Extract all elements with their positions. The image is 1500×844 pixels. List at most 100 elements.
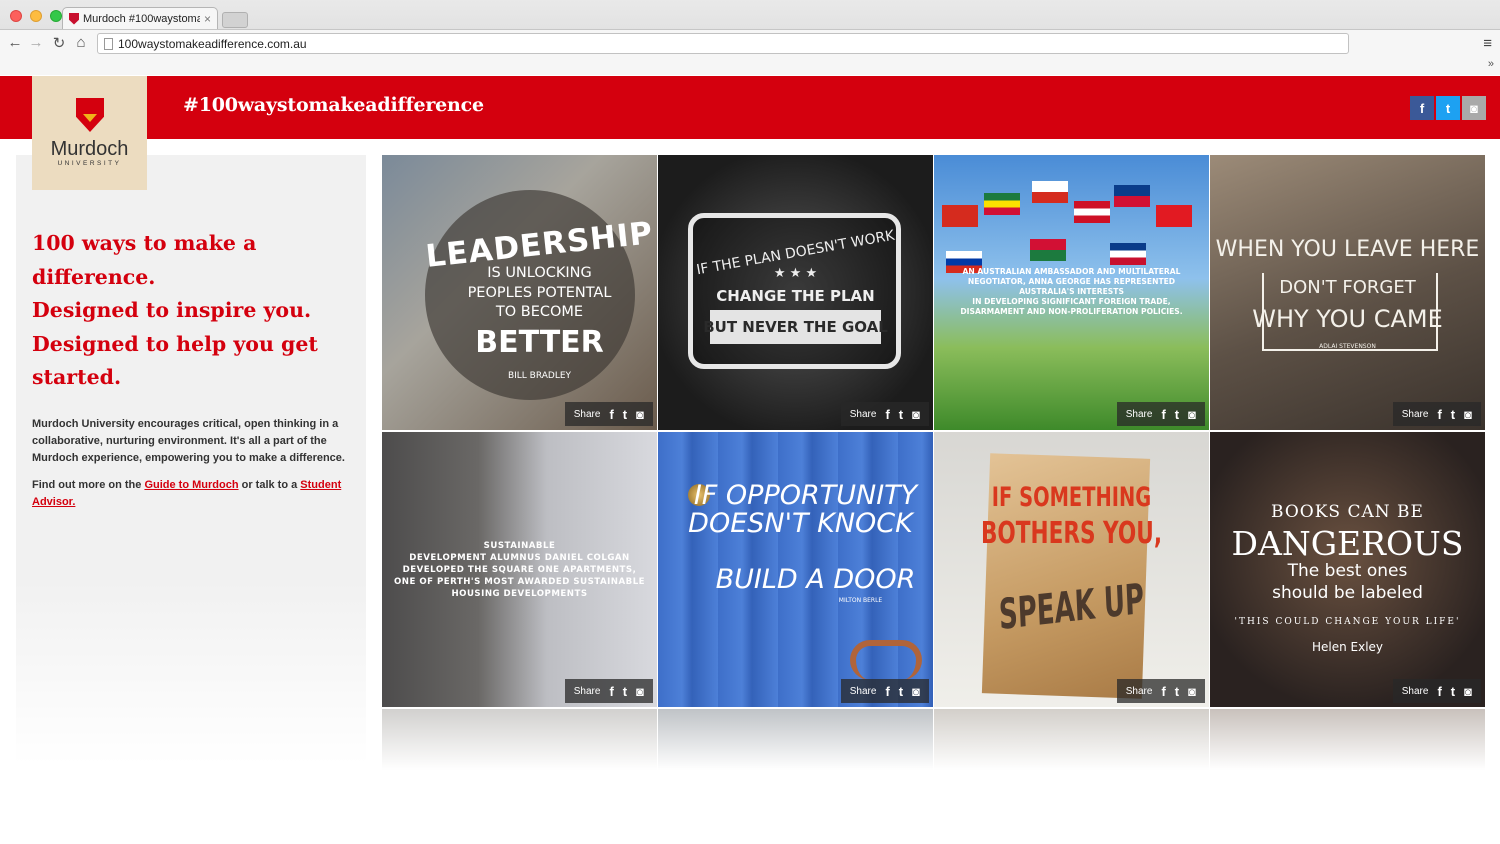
logo-name: Murdoch (50, 138, 129, 160)
quote-line: BOTHERS YOU, (980, 516, 1163, 551)
flag-graphic (1156, 205, 1192, 227)
new-tab-button[interactable] (222, 12, 248, 28)
logo-subtitle: UNIVERSITY (57, 160, 122, 167)
intro-body: Murdoch University encourages critical, … (32, 416, 354, 522)
share-bar: Share f t ◙ (1392, 402, 1481, 426)
flag-graphic (1032, 181, 1068, 203)
facebook-icon[interactable]: f (1437, 684, 1441, 699)
facebook-icon[interactable]: f (1410, 96, 1434, 120)
twitter-icon[interactable]: t (1451, 684, 1455, 699)
quote-line: BETTER (475, 325, 604, 360)
window-controls (10, 10, 62, 22)
twitter-icon[interactable]: t (899, 684, 903, 699)
grid-fade-overlay (382, 707, 1486, 770)
tab-close-icon[interactable]: × (204, 12, 211, 26)
instagram-icon[interactable]: ◙ (1188, 407, 1196, 422)
twitter-icon[interactable]: t (623, 407, 627, 422)
find-out-middle: or talk to a (238, 479, 301, 492)
quote-tile-build-a-door[interactable]: IF OPPORTUNITY DOESN'T KNOCK BUILD A DOO… (658, 432, 933, 707)
story-line: IN DEVELOPING SIGNIFICANT FOREIGN TRADE, (972, 297, 1171, 306)
maximize-window-button[interactable] (50, 10, 62, 22)
share-label: Share (1125, 685, 1153, 697)
twitter-icon[interactable]: t (899, 407, 903, 422)
quote-line: BOOKS CAN BE (1271, 502, 1424, 522)
instagram-icon[interactable]: ◙ (1464, 407, 1472, 422)
share-bar: Share f t ◙ (840, 679, 929, 703)
instagram-icon[interactable]: ◙ (1464, 684, 1472, 699)
browser-toolbar: ← → ↻ ⌂ 100waystomakeadifference.com.au … (0, 29, 1500, 57)
reload-button[interactable]: ↻ (50, 34, 68, 52)
facebook-icon[interactable]: f (609, 684, 613, 699)
browser-tab[interactable]: Murdoch #100waystomake × (62, 7, 218, 29)
intro-paragraph: Murdoch University encourages critical, … (32, 418, 345, 464)
quote-line: DANGEROUS (1231, 524, 1464, 563)
headline-line: Designed to help you get started. (32, 331, 318, 390)
address-bar[interactable]: 100waystomakeadifference.com.au (97, 33, 1349, 54)
back-button[interactable]: ← (6, 34, 24, 51)
quote-tile-dont-forget[interactable]: WHEN YOU LEAVE HERE DON'T FORGET WHY YOU… (1210, 155, 1485, 430)
instagram-icon[interactable]: ◙ (636, 684, 644, 699)
instagram-icon[interactable]: ◙ (636, 407, 644, 422)
facebook-icon[interactable]: f (1161, 684, 1165, 699)
twitter-icon[interactable]: t (1436, 96, 1460, 120)
facebook-icon[interactable]: f (609, 407, 613, 422)
instagram-icon[interactable]: ◙ (1188, 684, 1196, 699)
story-tile-sustainable[interactable]: SUSTAINABLE DEVELOPMENT ALUMNUS DANIEL C… (382, 432, 657, 707)
site-header: #100waystomakeadifference f t ◙ (0, 76, 1500, 139)
quote-line: IS UNLOCKING (487, 265, 592, 281)
quote-author: ADLAI STEVENSON (1319, 343, 1376, 350)
quote-tile-leadership[interactable]: LEADERSHIP IS UNLOCKING PEOPLES POTENTAL… (382, 155, 657, 430)
quote-line: DON'T FORGET (1279, 277, 1416, 298)
share-bar: Share f t ◙ (1116, 679, 1205, 703)
quote-author: MILTON BERLE (838, 597, 883, 604)
tab-title: Murdoch #100waystomake (83, 12, 200, 25)
bookmarks-more-icon[interactable]: » (1488, 58, 1494, 70)
share-bar: Share f t ◙ (840, 402, 929, 426)
share-bar: Share f t ◙ (1392, 679, 1481, 703)
inspiration-grid: LEADERSHIP IS UNLOCKING PEOPLES POTENTAL… (382, 155, 1486, 770)
quote-line: WHEN YOU LEAVE HERE (1215, 237, 1480, 262)
quote-tile-books[interactable]: BOOKS CAN BE DANGEROUS The best ones sho… (1210, 432, 1485, 707)
instagram-icon[interactable]: ◙ (912, 684, 920, 699)
share-label: Share (573, 408, 601, 420)
headline-line: Designed to inspire you. (32, 298, 312, 322)
quote-line: IF OPPORTUNITY (693, 480, 918, 511)
instagram-icon[interactable]: ◙ (912, 407, 920, 422)
twitter-icon[interactable]: t (623, 684, 627, 699)
flag-graphic (984, 193, 1020, 215)
quote-line: ★ ★ ★ (773, 266, 818, 281)
quote-line: The best ones (1287, 561, 1408, 581)
quote-tile-speak-up[interactable]: IF SOMETHING BOTHERS YOU, SPEAK UP Share… (934, 432, 1209, 707)
site-hashtag-title[interactable]: #100waystomakeadifference (183, 94, 484, 116)
facebook-icon[interactable]: f (885, 407, 889, 422)
bookmarks-bar: » (0, 57, 1500, 75)
story-line: DISARMAMENT AND NON-PROLIFERATION POLICI… (960, 307, 1183, 316)
share-label: Share (1401, 685, 1429, 697)
quote-line: should be labeled (1272, 583, 1423, 603)
twitter-icon[interactable]: t (1451, 407, 1455, 422)
forward-button[interactable]: → (27, 34, 45, 51)
browser-menu-icon[interactable]: ≡ (1483, 35, 1492, 52)
facebook-icon[interactable]: f (885, 684, 889, 699)
guide-to-murdoch-link[interactable]: Guide to Murdoch (144, 479, 238, 491)
story-line: HOUSING DEVELOPMENTS (451, 589, 588, 599)
flag-graphic (1074, 201, 1110, 223)
minimize-window-button[interactable] (30, 10, 42, 22)
facebook-icon[interactable]: f (1437, 407, 1441, 422)
door-handle-graphic (850, 640, 922, 680)
close-window-button[interactable] (10, 10, 22, 22)
share-label: Share (849, 408, 877, 420)
facebook-icon[interactable]: f (1161, 407, 1165, 422)
twitter-icon[interactable]: t (1175, 407, 1179, 422)
home-button[interactable]: ⌂ (72, 34, 90, 51)
instagram-icon[interactable]: ◙ (1462, 96, 1486, 120)
murdoch-logo[interactable]: Murdoch UNIVERSITY (32, 76, 147, 190)
story-tile-ambassador[interactable]: AN AUSTRALIAN AMBASSADOR AND MULTILATERA… (934, 155, 1209, 430)
find-out-more: Find out more on the Guide to Murdoch or… (32, 477, 354, 511)
twitter-icon[interactable]: t (1175, 684, 1179, 699)
quote-tile-plan[interactable]: IF THE PLAN DOESN'T WORK ★ ★ ★ CHANGE TH… (658, 155, 933, 430)
intro-panel: 100 ways to make a difference. Designed … (16, 155, 366, 765)
page-icon (104, 38, 113, 50)
quote-line: DOESN'T KNOCK (688, 508, 913, 539)
share-label: Share (1401, 408, 1429, 420)
